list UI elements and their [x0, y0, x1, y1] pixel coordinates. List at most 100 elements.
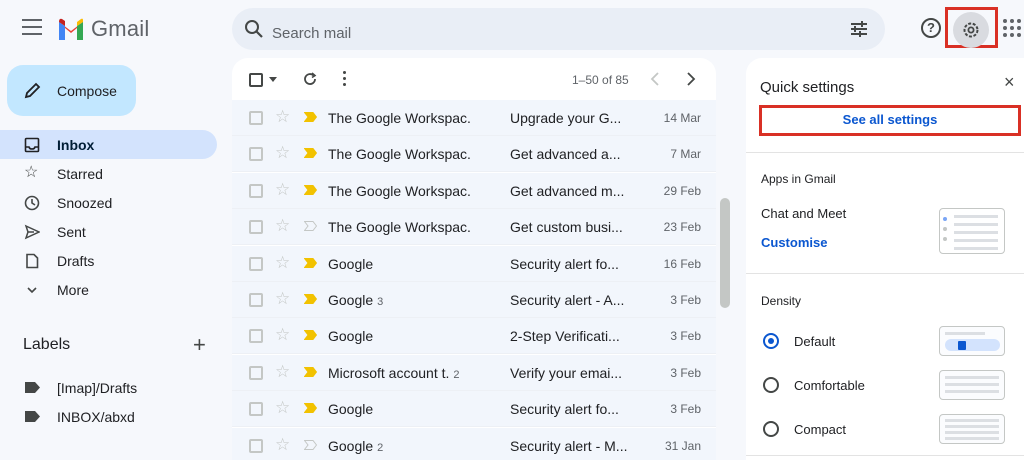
next-page-icon[interactable]: [686, 72, 696, 86]
sidebar-item-label: Sent: [57, 224, 86, 240]
email-date: 14 Mar: [663, 111, 701, 125]
email-subject: Get advanced a...: [510, 146, 621, 163]
add-label-button[interactable]: +: [193, 334, 206, 356]
gmail-logo[interactable]: Gmail: [57, 16, 149, 42]
star-icon[interactable]: ☆: [275, 325, 290, 345]
star-icon[interactable]: ☆: [275, 107, 290, 127]
email-subject: Get custom busi...: [510, 219, 623, 236]
email-row[interactable]: ☆ Google 3 Security alert - A... 3 Feb: [232, 282, 716, 318]
important-marker-icon[interactable]: [304, 184, 317, 195]
star-icon[interactable]: ☆: [275, 180, 290, 200]
email-checkbox[interactable]: [249, 220, 263, 235]
star-icon[interactable]: ☆: [275, 253, 290, 273]
email-checkbox[interactable]: [249, 293, 263, 307]
search-input[interactable]: Search mail: [272, 25, 351, 42]
email-sender: The Google Workspac.: [328, 182, 471, 199]
email-date: 3 Feb: [670, 293, 701, 307]
select-options-dropdown[interactable]: [269, 77, 277, 82]
email-date: 23 Feb: [663, 220, 701, 235]
important-marker-icon[interactable]: [304, 366, 317, 377]
sidebar-label-imap-drafts[interactable]: [Imap]/Drafts: [0, 374, 217, 402]
email-row[interactable]: ☆ Google 2-Step Verificati... 3 Feb: [232, 318, 716, 355]
sidebar-item-more[interactable]: More: [0, 275, 217, 304]
density-section-heading: Density: [761, 294, 802, 308]
email-date: 29 Feb: [663, 183, 701, 198]
email-checkbox[interactable]: [249, 365, 263, 380]
density-default-radio[interactable]: [763, 333, 779, 349]
star-icon[interactable]: ☆: [275, 143, 290, 163]
previous-page-icon[interactable]: [650, 72, 660, 86]
email-checkbox[interactable]: [249, 402, 263, 417]
density-compact-radio[interactable]: [763, 421, 779, 437]
sidebar-item-sent[interactable]: Sent: [0, 217, 217, 246]
google-apps-icon[interactable]: [1003, 19, 1021, 37]
email-sender: The Google Workspac.: [328, 146, 471, 163]
important-marker-icon[interactable]: [304, 439, 317, 450]
apps-section-heading: Apps in Gmail: [761, 172, 836, 186]
email-checkbox[interactable]: [249, 183, 263, 198]
star-icon[interactable]: ☆: [275, 398, 290, 418]
star-icon[interactable]: ☆: [275, 435, 290, 455]
important-marker-icon[interactable]: [304, 403, 317, 414]
sidebar-item-inbox[interactable]: Inbox: [0, 130, 217, 159]
sidebar-item-snoozed[interactable]: Snoozed: [0, 188, 217, 217]
select-all-checkbox[interactable]: [249, 73, 263, 87]
mail-list-scrollbar[interactable]: [720, 198, 730, 308]
compose-button[interactable]: Compose: [7, 65, 136, 116]
search-options-icon[interactable]: [849, 19, 869, 39]
email-checkbox[interactable]: [249, 438, 263, 453]
search-bar[interactable]: Search mail: [232, 8, 885, 50]
email-checkbox[interactable]: [249, 111, 263, 125]
main-menu-button[interactable]: [22, 19, 42, 35]
email-checkbox[interactable]: [249, 329, 263, 344]
star-icon[interactable]: ☆: [275, 362, 290, 382]
important-marker-icon[interactable]: [304, 294, 317, 304]
quick-settings-panel: Quick settings × See all settings Apps i…: [746, 58, 1024, 460]
important-marker-icon[interactable]: [304, 257, 317, 268]
email-sender: Google: [328, 255, 374, 272]
important-marker-icon[interactable]: [304, 330, 317, 341]
sidebar-item-drafts[interactable]: Drafts: [0, 246, 217, 275]
sidebar-item-starred[interactable]: ☆ Starred: [0, 159, 217, 188]
email-row[interactable]: ☆ The Google Workspac. Get advanced m... 29…: [232, 172, 716, 209]
email-row[interactable]: ☆ The Google Workspac. Upgrade your G... 14…: [232, 100, 716, 136]
star-icon[interactable]: ☆: [275, 216, 290, 236]
important-marker-icon[interactable]: [304, 112, 317, 122]
refresh-icon[interactable]: [302, 71, 318, 87]
important-marker-icon[interactable]: [304, 148, 317, 159]
gear-icon[interactable]: [961, 20, 981, 40]
sidebar-label-inbox-abxd[interactable]: INBOX/abxd: [0, 403, 217, 431]
help-icon[interactable]: ?: [921, 18, 941, 38]
email-checkbox[interactable]: [249, 256, 263, 271]
email-row[interactable]: ☆ Microsoft account t. 2 Verify your emai..…: [232, 354, 716, 391]
email-row[interactable]: ☆ Google Security alert fo... 16 Feb: [232, 245, 716, 282]
email-sender: Google 3: [328, 292, 384, 308]
label-name: INBOX/abxd: [57, 409, 135, 425]
sidebar-item-label: More: [57, 282, 89, 298]
density-default-thumbnail: [939, 326, 1005, 356]
close-icon[interactable]: ×: [1004, 72, 1015, 93]
email-subject: Security alert - A...: [510, 292, 625, 308]
important-marker-icon[interactable]: [304, 221, 317, 232]
email-sender: The Google Workspac.: [328, 110, 471, 126]
labels-heading: Labels: [23, 336, 71, 353]
email-row[interactable]: ☆ The Google Workspac. Get custom busi... 2…: [232, 209, 716, 246]
email-sender: Google: [328, 328, 374, 345]
density-comfortable-radio[interactable]: [763, 377, 779, 393]
density-default-label[interactable]: Default: [794, 334, 835, 349]
star-icon[interactable]: ☆: [275, 289, 290, 309]
label-name: [Imap]/Drafts: [57, 380, 138, 396]
email-row[interactable]: ☆ Google Security alert fo... 3 Feb: [232, 391, 716, 428]
density-compact-label[interactable]: Compact: [794, 422, 846, 437]
density-comfortable-label[interactable]: Comfortable: [794, 378, 865, 393]
search-icon[interactable]: [244, 19, 264, 39]
app-title: Gmail: [91, 16, 150, 41]
more-options-icon[interactable]: [343, 71, 347, 87]
email-checkbox[interactable]: [249, 147, 263, 162]
customise-link[interactable]: Customise: [761, 235, 827, 250]
thread-count: 2: [377, 441, 384, 454]
see-all-settings-label: See all settings: [842, 112, 938, 127]
email-row[interactable]: ☆ The Google Workspac. Get advanced a... 7 …: [232, 136, 716, 173]
see-all-settings-button[interactable]: See all settings: [759, 105, 1021, 136]
email-row[interactable]: ☆ Google 2 Security alert - M... 31 Jan: [232, 427, 716, 460]
